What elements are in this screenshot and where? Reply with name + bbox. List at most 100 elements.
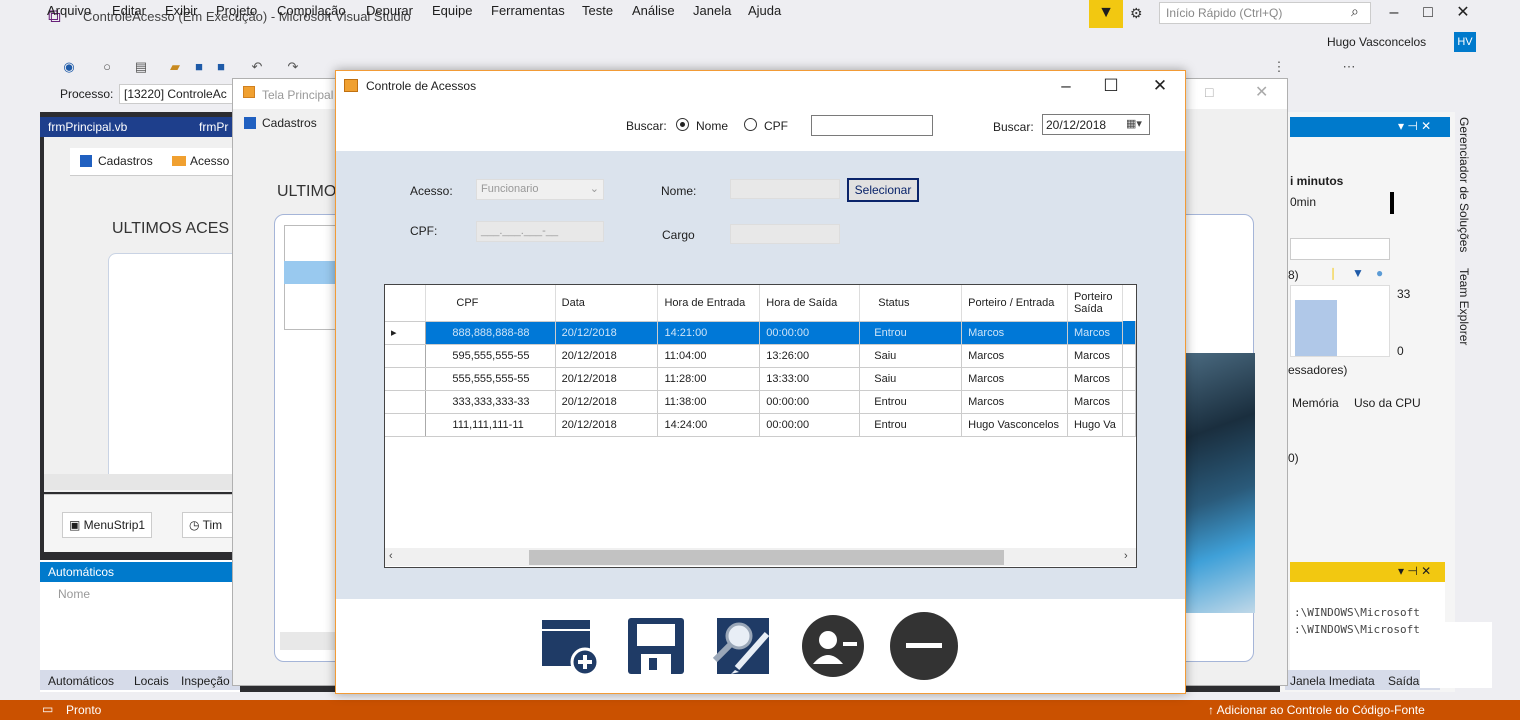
cargo-field[interactable] [730,224,840,244]
acesso-select[interactable]: Funcionario ⌄ [476,179,604,200]
tela-menu-cadastros[interactable]: Cadastros [262,116,317,130]
table-cell[interactable]: 11:28:00 [657,367,761,391]
edit-search-icon[interactable] [711,614,775,678]
scroll-left-icon[interactable]: ‹ [389,550,393,562]
save-icon[interactable] [625,614,689,678]
notification-filter-icon[interactable]: ▼ [1089,0,1123,28]
vs-close-button[interactable]: ✕ [1448,4,1478,24]
radio-cpf-label[interactable]: CPF [764,119,788,133]
menu-teste[interactable]: Teste [582,3,613,18]
tela-maximize-button[interactable]: □ [1205,84,1213,100]
output-menu-icon[interactable]: ▾ ⊣ ✕ [1398,564,1431,578]
open-folder-icon[interactable]: ▰ [166,58,184,76]
menu-compilacao[interactable]: Compilação [277,3,346,18]
calendar-dropdown-icon[interactable]: ▦▾ [1120,116,1148,133]
designer-scrollbar[interactable] [44,474,244,490]
table-cell[interactable]: Marcos [1067,321,1124,345]
tab-inspecao[interactable]: Inspeção [181,674,230,688]
menu-ferramentas[interactable]: Ferramentas [491,3,565,18]
menu-janela[interactable]: Janela [693,3,731,18]
process-select[interactable]: [13220] ControleAc [119,84,249,104]
table-cell[interactable]: 111,111,111-11 [425,413,556,437]
column-header[interactable]: Porteiro / Entrada [961,285,1068,322]
search-input[interactable] [811,115,933,136]
column-header[interactable]: Hora de Entrada [657,285,761,322]
vs-maximize-button[interactable]: □ [1413,4,1443,24]
table-cell[interactable]: 13:33:00 [759,367,861,391]
acessos-grid[interactable]: CPF Data Hora de Entrada Hora de Saída S… [384,284,1137,568]
tela-close-button[interactable]: ✕ [1255,82,1268,102]
menu-exibir[interactable]: Exibir [165,3,198,18]
table-cell[interactable]: 00:00:00 [759,321,861,345]
column-header[interactable]: Status [859,285,963,322]
table-cell[interactable]: Hugo Vasconcelos [961,413,1068,437]
vs-minimize-button[interactable]: – [1379,4,1409,24]
tab-automaticos[interactable]: Automáticos [48,674,114,688]
table-cell[interactable]: 11:38:00 [657,390,761,414]
designer-menu-acesso[interactable]: Acesso [190,154,229,168]
table-cell[interactable]: Marcos [961,390,1068,414]
table-cell[interactable]: 888,888,888-88 [425,321,556,345]
table-cell[interactable]: 14:21:00 [657,321,761,345]
table-cell[interactable]: 20/12/2018 [555,413,659,437]
table-cell[interactable]: Marcos [961,367,1068,391]
avatar[interactable]: HV [1454,32,1476,52]
remove-user-icon[interactable] [801,614,865,678]
radio-cpf[interactable] [744,118,757,131]
save-all-icon[interactable]: ■ [212,58,230,76]
delete-icon[interactable] [889,611,959,681]
table-cell[interactable]: Entrou [859,390,963,414]
menu-projeto[interactable]: Projeto [216,3,257,18]
table-cell[interactable]: 00:00:00 [759,413,861,437]
table-row[interactable]: 595,555,555-55 20/12/2018 11:04:00 13:26:00… [385,344,1136,368]
tab-saida[interactable]: Saída [1388,674,1419,688]
back-icon[interactable]: ◉ [60,58,78,76]
row-selector-icon[interactable]: ▸ [385,321,427,345]
table-cell[interactable]: 00:00:00 [759,390,861,414]
table-row[interactable]: 333,333,333-33 20/12/2018 11:38:00 00:00:00… [385,390,1136,414]
scrollbar-thumb[interactable] [529,550,1004,565]
feedback-icon[interactable]: ⚙ [1130,5,1143,22]
quick-launch-input[interactable]: Início Rápido (Ctrl+Q) [1159,2,1371,24]
tab-gerenciador-de-solucoes[interactable]: Gerenciador de Soluções [1457,117,1471,252]
cpf-field[interactable]: ___.___.___-__ [476,221,604,242]
table-cell[interactable]: Marcos [1067,390,1124,414]
menu-analise[interactable]: Análise [632,3,675,18]
radio-nome-label[interactable]: Nome [696,119,728,133]
column-header[interactable]: CPF [425,285,556,322]
maximize-button[interactable]: ☐ [1096,74,1126,98]
toolbar-overflow-icon[interactable]: ⋯ [1340,58,1358,76]
table-cell[interactable]: 20/12/2018 [555,367,659,391]
table-cell[interactable]: Marcos [1067,367,1124,391]
table-cell[interactable]: Entrou [859,413,963,437]
tab-janela-imediata[interactable]: Janela Imediata [1290,674,1375,688]
table-cell[interactable]: 333,333,333-33 [425,390,556,414]
toolbar-more-icon[interactable]: ⋮ [1270,58,1288,76]
tela-grid-selected-row[interactable] [284,261,336,284]
new-project-icon[interactable]: ▤ [132,58,150,76]
table-cell[interactable]: 11:04:00 [657,344,761,368]
source-control-button[interactable]: ↑ Adicionar ao Controle do Código-Fonte [1208,703,1425,717]
row-header[interactable] [385,413,427,437]
table-cell[interactable]: 555,555,555-55 [425,367,556,391]
nome-field[interactable] [730,179,840,199]
user-name[interactable]: Hugo Vasconcelos [1327,35,1426,49]
table-cell[interactable]: Marcos [961,321,1068,345]
designer-menu-cadastros[interactable]: Cadastros [98,154,153,168]
tab-memoria[interactable]: Memória [1292,396,1339,410]
close-button[interactable]: ✕ [1145,74,1175,98]
table-cell[interactable]: Marcos [961,344,1068,368]
column-header[interactable]: Data [555,285,659,322]
table-cell[interactable]: 20/12/2018 [555,344,659,368]
column-header[interactable]: Porteiro Saída [1067,285,1124,322]
tela-scrollbar[interactable] [280,632,336,650]
tab-frmprincipal-vb[interactable]: frmPrincipal.vb [48,120,127,134]
tab-frmprincipal-design[interactable]: frmPr [199,120,228,134]
tab-team-explorer[interactable]: Team Explorer [1457,268,1471,345]
tab-uso-da-cpu[interactable]: Uso da CPU [1354,396,1421,410]
undo-icon[interactable]: ↶ [248,58,266,76]
save-file-icon[interactable]: ■ [190,58,208,76]
table-cell[interactable]: 20/12/2018 [555,321,659,345]
minimize-button[interactable]: – [1051,74,1081,98]
row-header[interactable] [385,367,427,391]
